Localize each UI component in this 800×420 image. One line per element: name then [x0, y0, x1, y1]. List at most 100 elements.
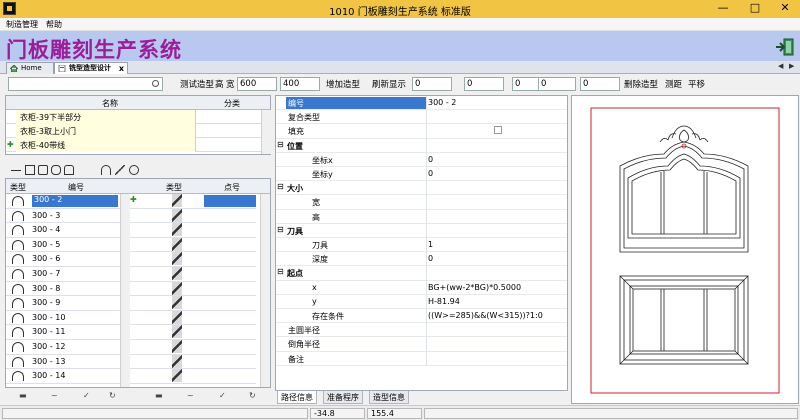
rect-shape-icon[interactable]	[25, 165, 35, 175]
exit-icon[interactable]	[775, 37, 795, 57]
search-input[interactable]	[8, 77, 163, 91]
test-shape-button[interactable]: 测试造型	[180, 78, 214, 90]
tab-home[interactable]: Home	[6, 62, 54, 74]
arch-rect-icon[interactable]	[64, 165, 74, 175]
table-row[interactable]: 300 - 7	[6, 267, 256, 282]
refresh-icon[interactable]: ↻	[109, 391, 116, 400]
collapse-icon[interactable]: ⊟	[277, 267, 284, 276]
tab-close-icon[interactable]: x	[119, 63, 124, 74]
add-shape-button[interactable]: 增加造型	[326, 78, 360, 90]
property-row[interactable]: 深度 0	[276, 252, 567, 267]
table-row[interactable]: 300 - 8	[6, 281, 256, 297]
property-value[interactable]: BG+(ww-2*BG)*0.5000	[428, 283, 521, 292]
refresh-button[interactable]: 刷新显示	[372, 78, 406, 90]
property-key: 坐标x	[312, 155, 333, 165]
height-field[interactable]: 400	[280, 77, 320, 91]
pan-button[interactable]: 平移	[688, 78, 705, 90]
property-row[interactable]: 编号 300 - 2	[276, 96, 567, 111]
maximize-button[interactable]: □	[744, 1, 766, 16]
table-row[interactable]: 300 - 10	[6, 310, 256, 326]
table-row[interactable]: 300 - 11	[6, 325, 256, 340]
circle-shape-icon[interactable]	[129, 165, 139, 175]
param-field-4[interactable]: 0	[538, 77, 576, 91]
width-field[interactable]: 600	[237, 77, 277, 91]
param-field-5[interactable]: 0	[580, 77, 620, 91]
property-value[interactable]: 0	[428, 155, 433, 164]
param-field-2[interactable]: 0	[464, 77, 504, 91]
collapse-icon[interactable]: ⊟	[277, 225, 284, 234]
property-row[interactable]: 主圆半径	[276, 323, 567, 338]
list-item[interactable]: 衣柜-39下半部分	[6, 110, 262, 124]
nav-prev-icon[interactable]: ~	[51, 391, 58, 400]
arch-shape-icon[interactable]	[101, 165, 111, 175]
arch-shape-icon	[12, 210, 24, 221]
property-row[interactable]: y H-81.94	[276, 295, 567, 309]
menu-help[interactable]: 帮助	[46, 19, 62, 30]
param-field-1[interactable]: 0	[412, 77, 452, 91]
table-row[interactable]: 300 - 5	[6, 237, 256, 253]
drawing-canvas[interactable]	[571, 95, 799, 404]
arch-shape-icon	[12, 312, 24, 323]
nav-first-icon[interactable]: ▬	[19, 391, 27, 400]
collapse-icon[interactable]: ⊟	[277, 140, 284, 149]
table-row[interactable]: 300 - 9	[6, 296, 256, 311]
list-item[interactable]: ✚ 衣柜-40带线	[6, 138, 262, 152]
tab-scroll-left-icon[interactable]: ◀	[778, 62, 783, 70]
menu-manufacturing[interactable]: 制造管理	[6, 19, 38, 30]
list-scrollbar[interactable]	[261, 110, 271, 154]
property-row[interactable]: 高	[276, 210, 567, 224]
rounded-rect-icon[interactable]	[38, 165, 48, 175]
property-row[interactable]: 坐标y 0	[276, 167, 567, 182]
line-shape-icon[interactable]	[11, 170, 21, 171]
tab-scroll-right-icon[interactable]: ▶	[789, 62, 794, 70]
property-row[interactable]: 复合类型	[276, 110, 567, 125]
nav-next-icon[interactable]: ✓	[83, 391, 90, 400]
delete-shape-button[interactable]: 删除造型	[624, 78, 658, 90]
hatch-type-icon	[172, 310, 182, 324]
table-row[interactable]: 300 - 14	[6, 369, 256, 384]
diagonal-shape-icon[interactable]	[115, 165, 125, 175]
property-row[interactable]: ⊟ 大小	[276, 181, 567, 196]
shape-grid-scrollbar[interactable]	[120, 194, 130, 387]
property-value[interactable]: ((W>=285)&&(W<315))?1:0	[428, 311, 543, 320]
table-row[interactable]: 300 - 6	[6, 252, 256, 267]
tab-path-info[interactable]: 路径信息	[277, 391, 317, 404]
tab-shape-design[interactable]: 铣型造型设计 x	[54, 62, 128, 74]
property-row[interactable]: ⊟ 位置	[276, 139, 567, 153]
property-value[interactable]: 1	[428, 240, 433, 249]
property-row[interactable]: ⊟ 刀具	[276, 224, 567, 238]
table-row[interactable]: 300 - 2 ✚	[6, 194, 256, 209]
property-row[interactable]: 备注	[276, 352, 567, 366]
property-row[interactable]: 坐标x 0	[276, 153, 567, 167]
property-value[interactable]: 0	[428, 254, 433, 263]
property-row[interactable]: 存在条件 ((W>=285)&&(W<315))?1:0	[276, 309, 567, 324]
property-row[interactable]: x BG+(ww-2*BG)*0.5000	[276, 281, 567, 295]
table-row[interactable]: 300 - 12	[6, 340, 256, 355]
measure-button[interactable]: 测距	[665, 78, 682, 90]
nav-prev-icon-2[interactable]: ~	[187, 391, 194, 400]
property-value[interactable]: H-81.94	[428, 297, 460, 306]
round-rect-icon[interactable]	[51, 165, 61, 175]
property-value[interactable]: 0	[428, 169, 433, 178]
point-selected-cell[interactable]	[204, 195, 256, 207]
table-row[interactable]: 300 - 4	[6, 223, 256, 238]
refresh-icon-2[interactable]: ↻	[249, 391, 256, 400]
point-grid-scrollbar[interactable]	[260, 194, 270, 387]
tab-prep-program[interactable]: 准备程序	[323, 391, 363, 404]
property-row[interactable]: ⊟ 起点	[276, 266, 567, 281]
fill-checkbox[interactable]	[494, 126, 502, 135]
property-row[interactable]: 宽	[276, 195, 567, 210]
table-row[interactable]: 300 - 3	[6, 208, 256, 224]
list-item[interactable]: 衣柜-3取上小门	[6, 124, 262, 138]
close-button[interactable]: ✕	[774, 1, 796, 16]
property-row[interactable]: 刀具 1	[276, 238, 567, 253]
minimize-button[interactable]: —	[712, 1, 734, 16]
nav-next-icon-2[interactable]: ✓	[219, 391, 226, 400]
property-row[interactable]: 倒角半径	[276, 337, 567, 352]
table-row[interactable]: 300 - 13	[6, 354, 256, 370]
tab-shape-info[interactable]: 造型信息	[369, 391, 409, 404]
nav-first-icon-2[interactable]: ▬	[155, 391, 163, 400]
collapse-icon[interactable]: ⊟	[277, 182, 284, 191]
property-row[interactable]: 填充	[276, 124, 567, 139]
property-value[interactable]: 300 - 2	[428, 98, 456, 107]
